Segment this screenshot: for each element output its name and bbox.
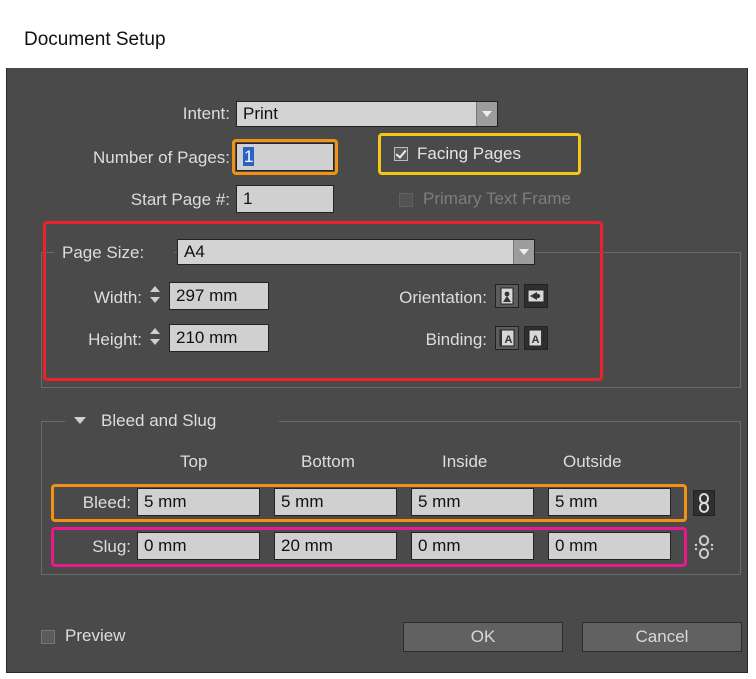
binding-label: Binding:: [425, 330, 487, 349]
slug-bottom-input[interactable]: 20 mm: [274, 532, 397, 560]
right-to-left-binding-icon[interactable]: A: [524, 326, 548, 350]
facing-pages-label: Facing Pages: [417, 144, 521, 163]
bleed-label: Bleed:: [82, 493, 131, 512]
slug-inside-value: 0 mm: [418, 536, 461, 555]
height-label: Height:: [88, 330, 142, 349]
title-bar: Document Setup: [0, 0, 756, 68]
number-of-pages-label: Number of Pages:: [92, 148, 230, 167]
width-value: 297 mm: [176, 286, 238, 305]
column-header-inside: Inside: [442, 452, 488, 471]
preview-label: Preview: [65, 626, 126, 645]
number-of-pages-highlight: [232, 139, 338, 175]
bleed-outside-value: 5 mm: [555, 492, 598, 511]
facing-pages-checkbox[interactable]: [394, 147, 408, 161]
column-header-top: Top: [180, 452, 208, 471]
intent-value: Print: [243, 104, 278, 123]
bleed-outside-input[interactable]: 5 mm: [548, 488, 671, 516]
slug-outside-input[interactable]: 0 mm: [548, 532, 671, 560]
slug-top-value: 0 mm: [144, 536, 187, 555]
slug-bottom-value: 20 mm: [281, 536, 333, 555]
slug-label: Slug:: [92, 537, 131, 556]
page-size-label: Page Size:: [62, 243, 145, 262]
start-page-label: Start Page #:: [130, 190, 230, 209]
document-setup-dialog: Intent: Print Number of Pages: 1 Start P…: [6, 68, 748, 673]
window-title: Document Setup: [24, 29, 166, 50]
page-size-dropdown[interactable]: A4: [177, 239, 535, 265]
intent-dropdown[interactable]: Print: [236, 101, 498, 127]
intent-label: Intent:: [182, 104, 230, 123]
height-value: 210 mm: [176, 328, 238, 347]
bleed-inside-value: 5 mm: [418, 492, 461, 511]
chevron-down-icon: [513, 240, 534, 264]
preview-checkbox[interactable]: [41, 630, 55, 644]
slug-outside-value: 0 mm: [555, 536, 598, 555]
ok-button[interactable]: OK: [403, 622, 563, 652]
cancel-button[interactable]: Cancel: [582, 622, 742, 652]
chevron-down-icon: [476, 102, 497, 126]
width-label: Width:: [93, 288, 142, 307]
portrait-orientation-icon[interactable]: [495, 284, 519, 308]
svg-text:A: A: [532, 334, 540, 346]
start-page-input[interactable]: 1: [236, 185, 334, 213]
slug-top-input[interactable]: 0 mm: [137, 532, 260, 560]
bleed-bottom-input[interactable]: 5 mm: [274, 488, 397, 516]
bleed-top-value: 5 mm: [144, 492, 187, 511]
bleed-bottom-value: 5 mm: [281, 492, 324, 511]
start-page-value: 1: [243, 189, 253, 208]
primary-text-frame-checkbox[interactable]: [399, 193, 413, 207]
bleed-chain-link-icon[interactable]: [693, 490, 715, 516]
width-stepper-icon[interactable]: [148, 283, 162, 307]
orientation-label: Orientation:: [399, 288, 487, 307]
height-stepper-icon[interactable]: [148, 325, 162, 349]
bleed-inside-input[interactable]: 5 mm: [411, 488, 534, 516]
window-body: Intent: Print Number of Pages: 1 Start P…: [0, 68, 756, 679]
slug-inside-input[interactable]: 0 mm: [411, 532, 534, 560]
bleed-top-input[interactable]: 5 mm: [137, 488, 260, 516]
bleed-slug-section-label: Bleed and Slug: [101, 411, 217, 430]
slug-broken-chain-icon[interactable]: [693, 534, 715, 560]
left-to-right-binding-icon[interactable]: A: [495, 326, 519, 350]
height-input[interactable]: 210 mm: [169, 324, 269, 352]
column-header-outside: Outside: [563, 452, 622, 471]
landscape-orientation-icon[interactable]: [524, 284, 548, 308]
svg-text:A: A: [505, 334, 513, 346]
page-size-value: A4: [184, 242, 205, 261]
primary-text-frame-label: Primary Text Frame: [423, 189, 571, 208]
disclosure-triangle-icon[interactable]: [73, 416, 87, 426]
column-header-bottom: Bottom: [301, 452, 355, 471]
width-input[interactable]: 297 mm: [169, 282, 269, 310]
